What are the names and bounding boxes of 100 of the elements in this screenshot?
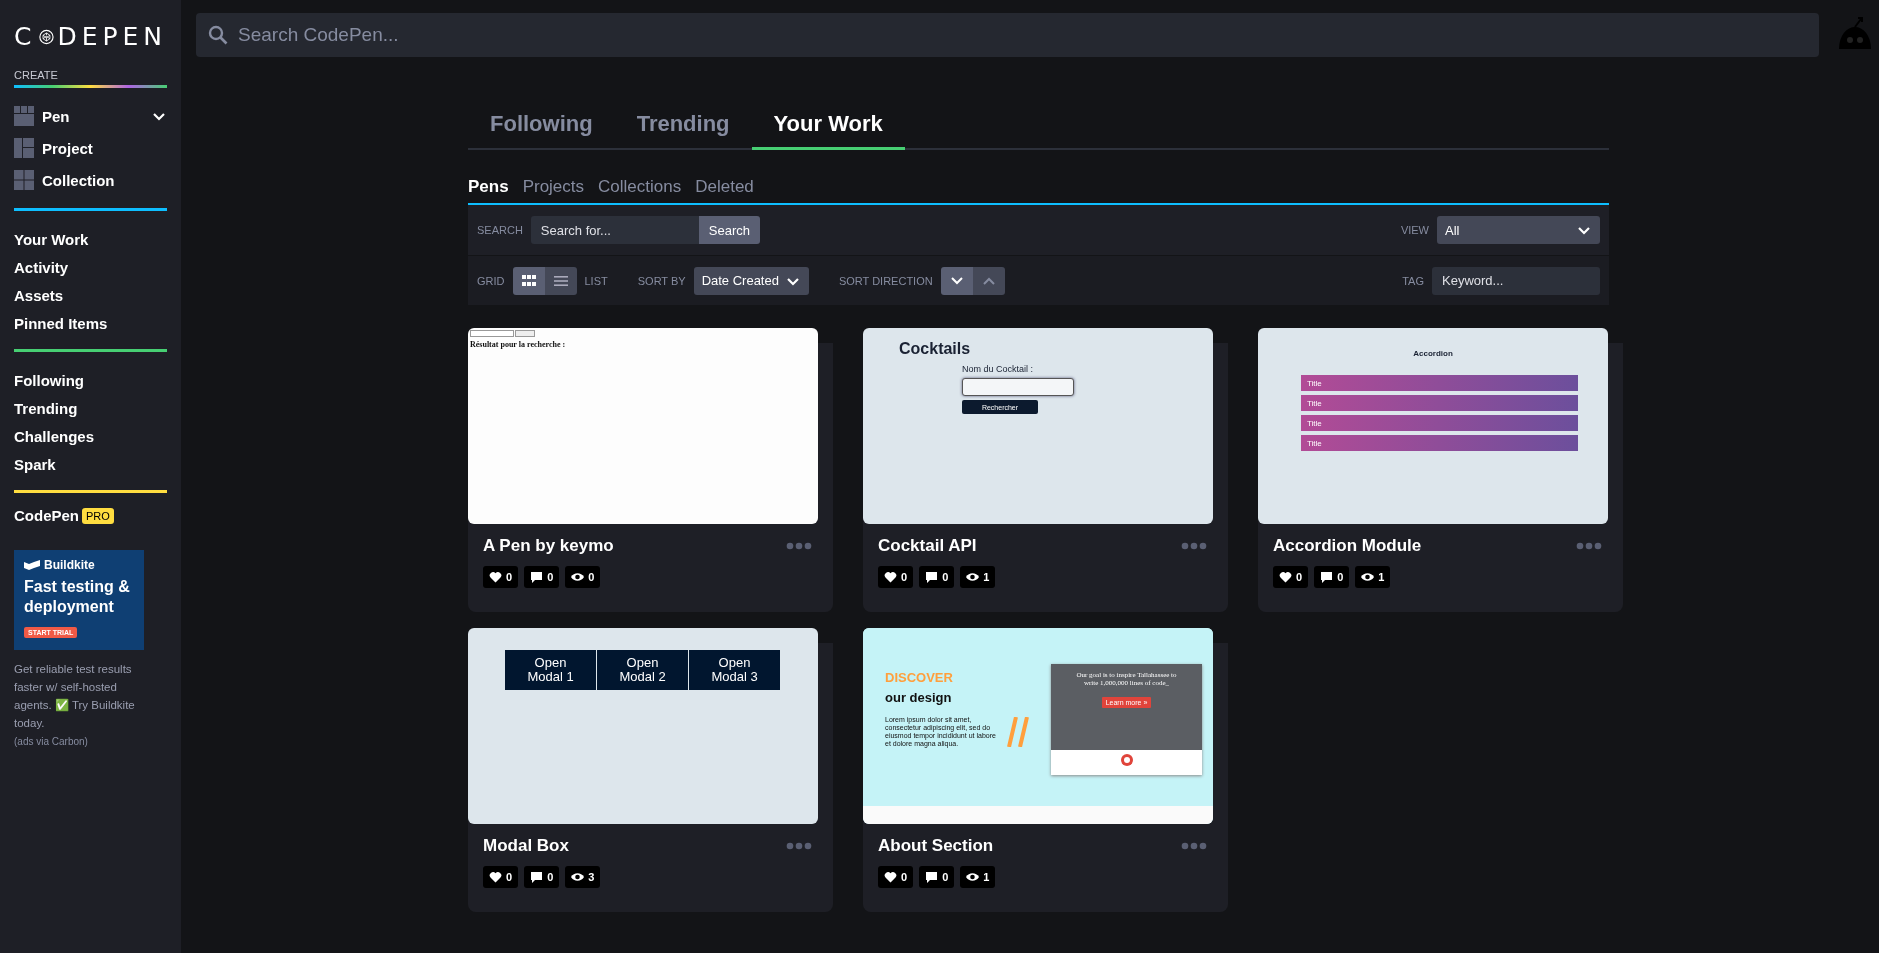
heart-icon [489, 871, 502, 883]
preview-heading: DISCOVER our design [885, 669, 954, 707]
section-label: CREATE [14, 69, 59, 81]
pen-title[interactable]: Modal Box [483, 836, 569, 856]
more-options-icon [786, 842, 812, 850]
feed-tab[interactable]: Following [468, 111, 615, 150]
search-field[interactable]: Search for... [530, 216, 699, 244]
pro-badge: PRO [82, 507, 114, 524]
list-view-button[interactable] [544, 266, 577, 295]
modal-button: Open Modal 3 [689, 650, 780, 690]
comment-button[interactable]: 0 [919, 566, 955, 588]
sidebar-link[interactable]: Following [14, 366, 167, 394]
feed-tab[interactable]: Your Work [751, 111, 905, 150]
grid-view-icon [520, 273, 537, 288]
pen-title[interactable]: About Section [878, 836, 994, 856]
comment-icon [530, 871, 544, 883]
sub-tab[interactable]: Collections [598, 177, 682, 197]
preview-heading: Accordion [1412, 349, 1454, 358]
logo-text[interactable]: C [14, 22, 37, 51]
descending-sort-button[interactable] [940, 266, 973, 295]
grid-view-button[interactable] [512, 266, 545, 295]
tag-field[interactable]: Keyword... [1432, 266, 1600, 295]
sort-dropdown[interactable]: Date Created [693, 266, 809, 295]
pen-title[interactable]: Cocktail API [878, 536, 977, 556]
comment-button[interactable]: 0 [919, 866, 955, 888]
list-view-icon [552, 273, 569, 288]
emblem-icon [1119, 753, 1134, 767]
sidebar-link[interactable]: Spark [14, 450, 167, 478]
pen-preview[interactable]: Accordion Title Title Title Title [1258, 328, 1608, 524]
modal-button: Open Modal 2 [597, 650, 688, 690]
ascending-sort-button[interactable] [972, 266, 1005, 295]
eye-icon [966, 571, 980, 583]
comment-button[interactable]: 0 [524, 866, 560, 888]
heart-icon [1279, 571, 1292, 583]
sidebar-link[interactable]: Trending [14, 394, 167, 422]
project-layout-icon [14, 138, 34, 158]
create-menu-item[interactable]: Pen [14, 100, 167, 132]
codepen-link[interactable]: CodePen [14, 507, 79, 524]
sub-tab[interactable]: Pens [468, 177, 509, 197]
create-menu-item[interactable]: Project [14, 132, 167, 164]
eye-icon [571, 571, 585, 583]
preview-heading: Cocktails [899, 340, 972, 358]
pen-preview[interactable]: Open Modal 1 Open Modal 2 Open Modal 3 [468, 628, 818, 824]
pen-title[interactable]: Accordion Module [1273, 536, 1422, 556]
heart-icon [489, 571, 502, 583]
filter-label: SEARCH [477, 224, 523, 236]
ad-headline: Fast testing & deployment [24, 577, 131, 617]
filter-label: SORT BY [637, 274, 686, 287]
more-options-icon [1181, 542, 1207, 550]
views-count[interactable]: 1 [960, 566, 996, 588]
eye-icon [966, 871, 980, 883]
like-button[interactable]: 0 [878, 866, 914, 888]
preview-heading: Résultat pour la recherche : [470, 340, 567, 349]
search-button[interactable]: Search [698, 216, 761, 244]
sub-tab[interactable]: Deleted [695, 177, 754, 197]
create-menu-item[interactable]: Collection [14, 164, 167, 196]
views-count[interactable]: 3 [565, 866, 601, 888]
ad-credit: (ads via Carbon) [14, 736, 89, 747]
text-input [470, 330, 514, 337]
views-count[interactable]: 1 [1355, 566, 1391, 588]
comment-button[interactable]: 0 [1314, 566, 1350, 588]
views-count[interactable]: 0 [565, 566, 601, 588]
view-dropdown[interactable]: All [1437, 216, 1600, 244]
comment-icon [925, 871, 939, 883]
sub-tab[interactable]: Projects [522, 177, 585, 197]
slashes-icon [1005, 717, 1031, 747]
sidebar-link[interactable]: Activity [14, 253, 167, 281]
pen-title[interactable]: A Pen by keymo [483, 536, 614, 556]
field-label: Nom du Cocktail : [962, 364, 1034, 374]
pen-preview[interactable]: Résultat pour la recherche : [468, 328, 818, 524]
comment-icon [1320, 571, 1334, 583]
ad-brand-name: Buildkite [44, 558, 95, 572]
filter-label: LIST [584, 274, 608, 287]
sidebar-link[interactable]: Your Work [14, 225, 167, 253]
ad-text: Get reliable test results faster w/ self-hosted agents. ✅ Try Buildkite today. [14, 662, 136, 731]
sidebar-link[interactable]: Assets [14, 281, 167, 309]
more-options-icon [786, 542, 812, 550]
like-button[interactable]: 0 [483, 566, 519, 588]
filter-label: TAG [1402, 274, 1424, 287]
eye-icon [1361, 571, 1375, 583]
more-options-icon [1181, 842, 1207, 850]
comment-button[interactable]: 0 [524, 566, 560, 588]
like-button[interactable]: 0 [483, 866, 519, 888]
eye-icon [571, 871, 585, 883]
search-field[interactable]: Search CodePen... [196, 13, 1819, 57]
comment-icon [530, 571, 544, 583]
sidebar-link[interactable]: Challenges [14, 422, 167, 450]
accordion-item: Title [1301, 415, 1578, 431]
sidebar-link[interactable]: Pinned Items [14, 309, 167, 337]
modal-button: Open Modal 1 [505, 650, 596, 690]
filter-label: GRID [477, 274, 505, 287]
collection-squares-icon [14, 170, 34, 190]
like-button[interactable]: 0 [1273, 566, 1309, 588]
pen-preview[interactable] [863, 628, 1213, 824]
views-count[interactable]: 1 [960, 866, 996, 888]
pen-grid-icon [14, 106, 34, 126]
feed-tab[interactable]: Trending [614, 111, 752, 150]
accordion-item: Title [1301, 375, 1578, 391]
logo-text[interactable]: DEPEN [57, 22, 167, 51]
like-button[interactable]: 0 [878, 566, 914, 588]
